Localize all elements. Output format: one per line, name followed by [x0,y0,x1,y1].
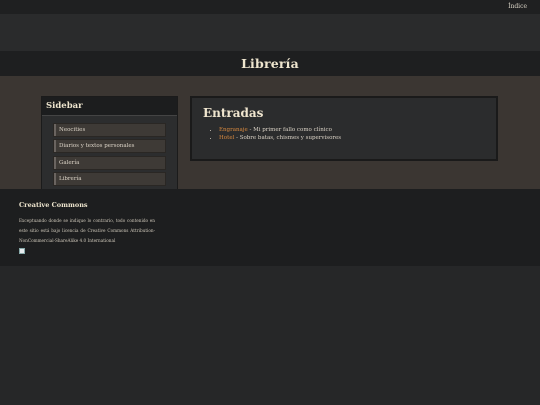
footer: Creative Commons Exceptuando donde se in… [0,189,540,266]
license-text: Exceptuando donde se indique lo contrari… [19,218,155,243]
sidebar-item-galeria[interactable]: Galería [54,157,165,169]
footer-title: Creative Commons [19,201,88,209]
entries-title: Entradas [203,106,264,120]
sidebar-item-diarios[interactable]: Diarios y textos personales [54,140,165,152]
sidebar-item-neocities[interactable]: Neocities [54,124,165,136]
entry-item: Engranaje - Mi primer fallo como clínico [219,127,341,135]
entry-link-hotel[interactable]: Hotel [219,135,234,141]
top-bar: Índice [0,0,540,14]
sidebar-item-libreria[interactable]: Librería [54,173,165,185]
license-badge-icon[interactable] [19,248,25,254]
entry-description: - Mi primer fallo como clínico [247,127,332,133]
header-banner [0,14,540,51]
entry-link-engranaje[interactable]: Engranaje [219,127,248,133]
entries-list: Engranaje - Mi primer fallo como clínico… [219,127,341,142]
sidebar-title: Sidebar [46,101,83,111]
entry-description: - Sobre batas, chismes y supervisores [234,134,342,141]
page-title: Librería [241,56,299,71]
sidebar-header: Sidebar [42,97,177,116]
entries-panel: Entradas Engranaje - Mi primer fallo com… [190,96,498,161]
sidebar: Sidebar Neocities Diarios y textos perso… [42,97,177,193]
title-bar: Librería [0,51,540,76]
index-link[interactable]: Índice [508,3,527,10]
entry-item: Hotel - Sobre batas, chismes y superviso… [219,135,341,143]
